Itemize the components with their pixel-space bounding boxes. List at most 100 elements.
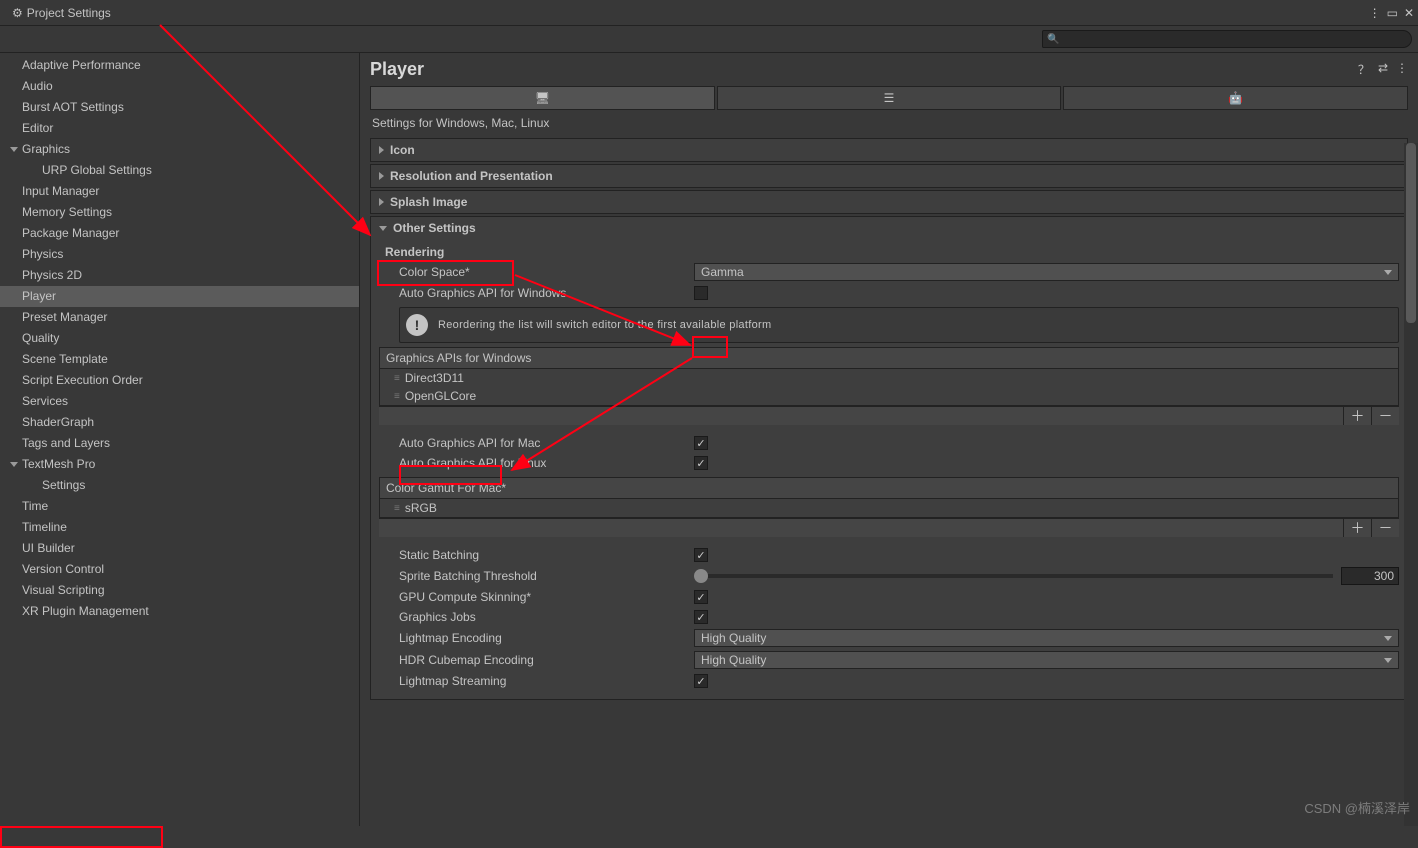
tab-server[interactable]: ☰ <box>717 86 1062 110</box>
sidebar-item-ui-builder[interactable]: UI Builder <box>0 538 359 559</box>
sidebar-item-time[interactable]: Time <box>0 496 359 517</box>
maximize-icon[interactable]: ▭ <box>1387 6 1398 20</box>
close-icon[interactable]: ✕ <box>1404 6 1414 20</box>
lightmap-streaming-checkbox[interactable] <box>694 674 708 688</box>
sidebar-item-graphics[interactable]: Graphics <box>0 139 359 160</box>
section-other: Other Settings Rendering Color Space* Ga… <box>370 216 1408 700</box>
graphics-jobs-checkbox[interactable] <box>694 610 708 624</box>
color-space-label: Color Space* <box>399 265 694 279</box>
sidebar-item-label: XR Plugin Management <box>22 604 149 618</box>
section-splash[interactable]: Splash Image <box>370 190 1408 214</box>
sprite-threshold-label: Sprite Batching Threshold <box>399 569 694 583</box>
sidebar-item-label: Input Manager <box>22 184 99 198</box>
sidebar-item-label: Time <box>22 499 48 513</box>
sidebar-item-preset-manager[interactable]: Preset Manager <box>0 307 359 328</box>
add-api-button[interactable]: ＋ <box>1343 407 1371 425</box>
sidebar-item-textmesh-pro[interactable]: TextMesh Pro <box>0 454 359 475</box>
section-resolution[interactable]: Resolution and Presentation <box>370 164 1408 188</box>
sidebar-item-visual-scripting[interactable]: Visual Scripting <box>0 580 359 601</box>
sprite-threshold-slider[interactable] <box>694 574 1333 578</box>
rendering-heading: Rendering <box>379 241 1399 261</box>
sidebar-item-shadergraph[interactable]: ShaderGraph <box>0 412 359 433</box>
kebab-icon[interactable]: ⋮ <box>1369 6 1381 20</box>
sidebar-item-xr-plugin-management[interactable]: XR Plugin Management <box>0 601 359 622</box>
sidebar-item-label: Physics <box>22 247 63 261</box>
sidebar-item-physics-2d[interactable]: Physics 2D <box>0 265 359 286</box>
lightmap-encoding-dropdown[interactable]: High Quality <box>694 629 1399 647</box>
sidebar-item-scene-template[interactable]: Scene Template <box>0 349 359 370</box>
tab-android[interactable]: 🤖 <box>1063 86 1408 110</box>
chevron-down-icon <box>379 226 387 231</box>
sidebar-item-memory-settings[interactable]: Memory Settings <box>0 202 359 223</box>
sidebar-item-services[interactable]: Services <box>0 391 359 412</box>
help-icon[interactable]: ？ <box>1358 61 1370 78</box>
annotation-box <box>0 826 163 848</box>
static-batching-checkbox[interactable] <box>694 548 708 562</box>
sidebar-item-tags-and-layers[interactable]: Tags and Layers <box>0 433 359 454</box>
search-icon: 🔍 <box>1047 34 1059 45</box>
section-icon[interactable]: Icon <box>370 138 1408 162</box>
list-item[interactable]: ≡ sRGB <box>380 499 1398 517</box>
preset-icon[interactable]: ⇄ <box>1378 61 1388 78</box>
sidebar-item-label: Burst AOT Settings <box>22 100 124 114</box>
sidebar-item-settings[interactable]: Settings <box>0 475 359 496</box>
sidebar-item-package-manager[interactable]: Package Manager <box>0 223 359 244</box>
sidebar-item-audio[interactable]: Audio <box>0 76 359 97</box>
drag-handle-icon[interactable]: ≡ <box>394 373 399 384</box>
remove-gamut-button[interactable]: － <box>1371 519 1399 537</box>
sidebar: Adaptive Performance Audio Burst AOT Setti… <box>0 53 360 826</box>
sidebar-item-input-manager[interactable]: Input Manager <box>0 181 359 202</box>
search-input[interactable]: 🔍 <box>1042 30 1412 48</box>
sidebar-item-label: ShaderGraph <box>22 415 94 429</box>
gpu-skinning-checkbox[interactable] <box>694 590 708 604</box>
chevron-right-icon <box>379 198 384 206</box>
hdr-cubemap-dropdown[interactable]: High Quality <box>694 651 1399 669</box>
color-gamut-list: Color Gamut For Mac* ≡sRGB <box>379 477 1399 518</box>
monitor-icon: 🖥 <box>535 91 550 105</box>
add-gamut-button[interactable]: ＋ <box>1343 519 1371 537</box>
sidebar-item-physics[interactable]: Physics <box>0 244 359 265</box>
drag-handle-icon[interactable]: ≡ <box>394 391 399 402</box>
menu-icon[interactable]: ⋮ <box>1396 61 1408 78</box>
slider-thumb[interactable] <box>694 569 708 583</box>
sprite-threshold-value[interactable]: 300 <box>1341 567 1399 585</box>
remove-api-button[interactable]: － <box>1371 407 1399 425</box>
graphics-api-list: Graphics APIs for Windows ≡Direct3D11≡Op… <box>379 347 1399 406</box>
auto-api-linux-label: Auto Graphics API for Linux <box>399 456 694 470</box>
sidebar-item-quality[interactable]: Quality <box>0 328 359 349</box>
sidebar-item-urp-global-settings[interactable]: URP Global Settings <box>0 160 359 181</box>
gamut-name: sRGB <box>405 501 437 515</box>
sidebar-item-label: UI Builder <box>22 541 75 555</box>
sidebar-item-label: Package Manager <box>22 226 119 240</box>
sidebar-item-label: Physics 2D <box>22 268 82 282</box>
sidebar-item-script-execution-order[interactable]: Script Execution Order <box>0 370 359 391</box>
reorder-info: ! Reordering the list will switch editor… <box>399 307 1399 343</box>
sidebar-item-label: Adaptive Performance <box>22 58 141 72</box>
sidebar-item-editor[interactable]: Editor <box>0 118 359 139</box>
info-icon: ! <box>406 314 428 336</box>
tab-standalone[interactable]: 🖥 <box>370 86 715 110</box>
scrollbar[interactable] <box>1404 143 1418 826</box>
sidebar-item-label: Visual Scripting <box>22 583 105 597</box>
auto-api-linux-checkbox[interactable] <box>694 456 708 470</box>
section-other-header[interactable]: Other Settings <box>371 217 1407 239</box>
chevron-right-icon <box>379 146 384 154</box>
color-space-dropdown[interactable]: Gamma <box>694 263 1399 281</box>
api-name: OpenGLCore <box>405 389 476 403</box>
window-controls: ⋮ ▭ ✕ <box>1369 6 1414 20</box>
window-tab[interactable]: ⚙ Project Settings <box>4 2 119 24</box>
sidebar-item-burst-aot-settings[interactable]: Burst AOT Settings <box>0 97 359 118</box>
drag-handle-icon[interactable]: ≡ <box>394 503 399 514</box>
list-item[interactable]: ≡Direct3D11 <box>380 369 1398 387</box>
sidebar-item-label: Script Execution Order <box>22 373 143 387</box>
scrollbar-thumb[interactable] <box>1406 143 1416 323</box>
sidebar-item-adaptive-performance[interactable]: Adaptive Performance <box>0 55 359 76</box>
sidebar-item-label: Scene Template <box>22 352 108 366</box>
sidebar-item-timeline[interactable]: Timeline <box>0 517 359 538</box>
auto-api-windows-checkbox[interactable] <box>694 286 708 300</box>
sidebar-item-player[interactable]: Player <box>0 286 359 307</box>
hdr-cubemap-label: HDR Cubemap Encoding <box>399 653 694 667</box>
auto-api-mac-checkbox[interactable] <box>694 436 708 450</box>
list-item[interactable]: ≡ OpenGLCore <box>380 387 1398 405</box>
sidebar-item-version-control[interactable]: Version Control <box>0 559 359 580</box>
